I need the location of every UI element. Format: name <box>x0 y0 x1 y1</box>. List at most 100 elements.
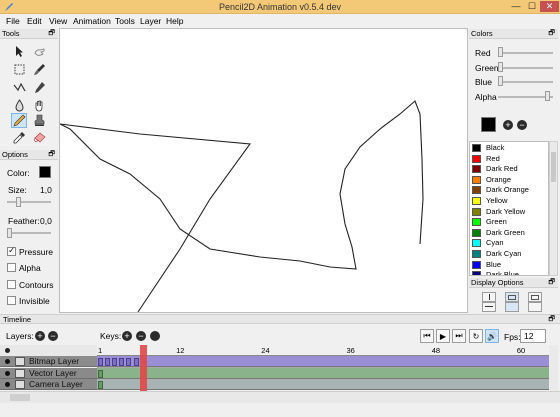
loop-button[interactable]: ↻ <box>469 329 483 343</box>
pressure-checkbox[interactable] <box>7 245 16 256</box>
hand-tool[interactable] <box>31 98 47 113</box>
add-key-icon[interactable]: + <box>122 331 132 341</box>
onion-next-button[interactable] <box>528 292 542 302</box>
invisible-checkbox[interactable] <box>7 296 16 305</box>
remove-key-icon[interactable]: − <box>136 331 146 341</box>
keyframe[interactable] <box>133 358 139 366</box>
sound-button[interactable]: 🔊 <box>485 329 499 343</box>
keyframe[interactable] <box>119 358 125 366</box>
blue-slider[interactable] <box>498 81 553 83</box>
add-color-icon[interactable]: + <box>503 120 513 130</box>
undock-icon[interactable]: 🗗 <box>48 29 55 39</box>
contours-checkbox[interactable] <box>7 280 16 289</box>
visibility-all-icon[interactable] <box>5 348 10 353</box>
select-arrow-tool[interactable] <box>11 44 27 59</box>
jump-end-button[interactable]: ⏭ <box>452 329 466 343</box>
swatch-item[interactable]: Yellow <box>472 196 548 207</box>
polyline-tool[interactable] <box>11 80 27 95</box>
jump-start-button[interactable]: ⏮ <box>420 329 434 343</box>
blue-slider-thumb[interactable] <box>498 76 503 86</box>
menu-animation[interactable]: Animation <box>73 16 111 26</box>
swatch-item[interactable]: Dark Blue <box>472 270 548 275</box>
duplicate-key-icon[interactable] <box>150 331 160 341</box>
remove-layer-icon[interactable]: − <box>48 331 58 341</box>
swatch-item[interactable]: Dark Green <box>472 228 548 239</box>
menu-tools[interactable]: Tools <box>115 16 135 26</box>
menu-layer[interactable]: Layer <box>140 16 161 26</box>
swatch-item[interactable]: Orange <box>472 175 548 186</box>
fps-spinbox[interactable]: 12 <box>520 329 546 343</box>
minimize-button[interactable]: — <box>509 1 523 12</box>
swatch-scrollbar-thumb[interactable] <box>551 152 556 182</box>
eyedropper-tool[interactable] <box>11 130 27 145</box>
eraser-tool[interactable] <box>31 130 47 145</box>
eraser-stack-tool[interactable] <box>31 113 47 128</box>
keyframe[interactable] <box>105 358 111 366</box>
undock-icon[interactable]: 🗗 <box>548 29 555 39</box>
red-slider-thumb[interactable] <box>498 47 503 57</box>
onion-prev-button[interactable] <box>505 292 519 302</box>
select-rect-tool[interactable] <box>11 62 27 77</box>
alpha-checkbox[interactable] <box>7 263 16 272</box>
size-slider-thumb[interactable] <box>16 197 21 207</box>
maximize-button[interactable]: ☐ <box>525 1 539 12</box>
swatch-item[interactable]: Dark Orange <box>472 185 548 196</box>
green-slider-thumb[interactable] <box>498 62 503 72</box>
swatch-item[interactable]: Dark Cyan <box>472 249 548 260</box>
swatch-item[interactable]: Red <box>472 154 548 165</box>
timeline-hscroll[interactable] <box>0 391 560 403</box>
frames-area[interactable] <box>97 356 549 390</box>
layer-visibility-icon[interactable] <box>5 370 10 376</box>
smudge-tool[interactable] <box>31 44 47 59</box>
keyframe[interactable] <box>112 358 118 366</box>
green-slider[interactable] <box>498 67 553 69</box>
red-slider[interactable] <box>498 52 553 54</box>
brush-tool[interactable] <box>31 62 47 77</box>
add-layer-icon[interactable]: + <box>35 331 45 341</box>
menu-view[interactable]: View <box>49 16 67 26</box>
bucket-tool[interactable] <box>11 98 27 113</box>
undock-icon[interactable]: 🗗 <box>548 278 555 288</box>
layer-row[interactable]: Vector Layer <box>0 367 104 379</box>
drawing-canvas[interactable] <box>59 28 468 313</box>
undock-icon[interactable]: 🗗 <box>48 150 55 160</box>
swatch-item[interactable]: Green <box>472 217 548 228</box>
swatch-item[interactable]: Blue <box>472 260 548 271</box>
layer-visibility-icon[interactable] <box>5 382 10 387</box>
keyframe[interactable] <box>126 358 132 366</box>
menu-file[interactable]: File <box>6 16 20 26</box>
layer-visibility-icon[interactable] <box>5 359 10 364</box>
swatch-item[interactable]: Cyan <box>472 238 548 249</box>
play-button[interactable]: ▶ <box>436 329 450 343</box>
pencil-tool[interactable] <box>11 113 27 128</box>
swatch-scrollbar[interactable] <box>549 141 558 276</box>
layer-frames-row[interactable] <box>97 367 549 379</box>
feather-slider[interactable] <box>7 232 51 234</box>
current-color-swatch[interactable] <box>39 166 51 178</box>
alpha-slider-thumb[interactable] <box>545 91 550 101</box>
onion-red-button[interactable] <box>528 302 542 312</box>
remove-color-icon[interactable]: − <box>517 120 527 130</box>
frame-ruler[interactable]: 1 12 24 36 48 60 <box>97 345 549 356</box>
layer-frames-row[interactable] <box>97 379 549 390</box>
flip-vertical-button[interactable] <box>482 302 496 312</box>
keyframe[interactable] <box>98 369 103 378</box>
playhead[interactable] <box>139 345 147 391</box>
swatch-item[interactable]: Dark Yellow <box>472 207 548 218</box>
close-button[interactable]: ✕ <box>540 1 559 12</box>
onion-blue-button[interactable] <box>505 302 519 312</box>
menu-help[interactable]: Help <box>166 16 183 26</box>
flip-horizontal-button[interactable] <box>482 292 496 302</box>
layer-frames-row[interactable] <box>97 356 549 367</box>
feather-slider-thumb[interactable] <box>7 228 12 238</box>
undock-icon[interactable]: 🗗 <box>548 315 555 325</box>
swatch-item[interactable]: Black <box>472 143 548 154</box>
swatch-item[interactable]: Dark Red <box>472 164 548 175</box>
menu-edit[interactable]: Edit <box>27 16 42 26</box>
pen-tool[interactable] <box>31 80 47 95</box>
timeline-hscroll-thumb[interactable] <box>10 394 30 401</box>
layer-row[interactable]: Camera Layer <box>0 379 104 390</box>
layer-row[interactable]: Bitmap Layer <box>0 356 104 367</box>
keyframe[interactable] <box>98 381 103 389</box>
keyframe[interactable] <box>98 358 103 366</box>
